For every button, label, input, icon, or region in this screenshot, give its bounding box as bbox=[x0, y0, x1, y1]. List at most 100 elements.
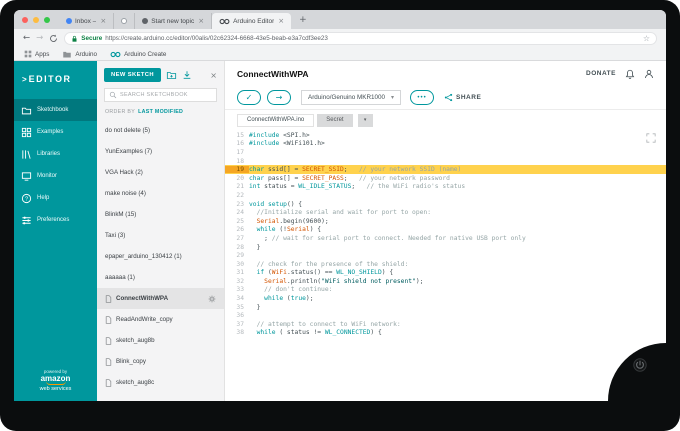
code-line[interactable]: 32 Serial.println("WiFi shield not prese… bbox=[225, 277, 666, 286]
code-line[interactable]: 15 #include <SPI.h> bbox=[225, 131, 666, 140]
new-sketch-button[interactable]: NEW SKETCH bbox=[104, 68, 161, 82]
sketch-list-item[interactable]: sketch_aug8c bbox=[97, 372, 224, 393]
file-tab-dropdown[interactable]: ▾ bbox=[357, 113, 373, 127]
code-lines: 15 #include <SPI.h> 16 #include <WiFi101.h>… bbox=[225, 131, 666, 337]
search-input[interactable] bbox=[120, 92, 212, 98]
sketch-name: YunExamples (7) bbox=[105, 148, 153, 155]
code-line[interactable]: 20 char pass[] = SECRET_PASS; // your net… bbox=[225, 174, 666, 183]
browser-tab[interactable] bbox=[114, 13, 136, 29]
code-line[interactable]: 29 bbox=[225, 251, 666, 260]
sketch-name: Taxi (3) bbox=[105, 232, 126, 239]
new-tab-button[interactable]: + bbox=[291, 15, 315, 25]
logo-text: EDITOR bbox=[28, 74, 72, 84]
sketch-list-item[interactable]: ConnectWithWPA bbox=[97, 288, 224, 309]
bookmark-star-icon[interactable]: ☆ bbox=[643, 34, 650, 43]
close-window-button[interactable] bbox=[22, 16, 28, 23]
code-line[interactable]: 26 while (!Serial) { bbox=[225, 226, 666, 235]
upload-button[interactable]: → bbox=[267, 90, 291, 105]
code-text: int status = WL_IDLE_STATUS; // the WiFi… bbox=[249, 183, 466, 191]
new-folder-icon[interactable] bbox=[166, 70, 177, 80]
sketch-list-item[interactable]: do not delete (5) bbox=[97, 120, 224, 141]
code-line[interactable]: 34 while (true); bbox=[225, 294, 666, 303]
code-line[interactable]: 24 //Initialize serial and wait for port… bbox=[225, 208, 666, 217]
close-tab-icon[interactable]: × bbox=[198, 17, 204, 25]
bookmark-item[interactable]: Arduino Create bbox=[110, 51, 166, 58]
sketch-list-item[interactable]: make noise (4) bbox=[97, 183, 224, 204]
forward-button[interactable]: → bbox=[36, 34, 43, 43]
code-line[interactable]: 17 bbox=[225, 148, 666, 157]
code-line[interactable]: 21 int status = WL_IDLE_STATUS; // the Wi… bbox=[225, 183, 666, 192]
code-line[interactable]: 33 // don't continue: bbox=[225, 286, 666, 295]
bookmark-item[interactable]: Apps bbox=[24, 50, 49, 58]
sketch-list-item[interactable]: VGA Hack (2) bbox=[97, 162, 224, 183]
order-by-row: ORDER BY LAST MODIFIED bbox=[97, 107, 224, 120]
import-sketch-icon[interactable] bbox=[182, 70, 192, 80]
zoom-window-button[interactable] bbox=[44, 16, 50, 23]
address-bar[interactable]: Secure https://create.arduino.cc/editor/… bbox=[64, 32, 657, 45]
code-line[interactable]: 27 ; // wait for serial port to connect.… bbox=[225, 234, 666, 243]
more-options-button[interactable]: ••• bbox=[410, 90, 435, 105]
code-text: //Initialize serial and wait for port to… bbox=[256, 209, 431, 217]
close-tab-icon[interactable]: × bbox=[100, 17, 106, 25]
sidebar-item-monitor[interactable]: Monitor bbox=[14, 165, 97, 187]
sketchbook-icon bbox=[21, 105, 32, 116]
bookmark-label: Arduino bbox=[75, 50, 98, 58]
fullscreen-icon[interactable] bbox=[646, 133, 656, 143]
sketch-list-item[interactable]: YunExamples (7) bbox=[97, 141, 224, 162]
verify-button[interactable]: ✓ bbox=[237, 90, 261, 105]
file-tab[interactable]: ConnectWithWPA.ino bbox=[237, 113, 315, 127]
gear-icon[interactable] bbox=[208, 295, 216, 303]
tab-title: Inbox – bbox=[75, 17, 97, 25]
user-icon[interactable] bbox=[644, 69, 654, 79]
code-line[interactable]: 31 if (WiFi.status() == WL_NO_SHIELD) { bbox=[225, 269, 666, 278]
bell-icon[interactable] bbox=[625, 69, 635, 79]
sketch-list-item[interactable]: aaaaaa (1) bbox=[97, 267, 224, 288]
file-tab[interactable]: Secret bbox=[317, 113, 353, 127]
code-line[interactable]: 37 // attempt to connect to WiFi network… bbox=[225, 320, 666, 329]
code-line[interactable]: 18 bbox=[225, 157, 666, 166]
sketch-list-item[interactable]: epaper_arduino_130412 (1) bbox=[97, 246, 224, 267]
code-line[interactable]: 19 char ssid[] = SECRET_SSID; // your net… bbox=[225, 165, 666, 174]
sketch-list-item[interactable]: sketch_aug8b bbox=[97, 330, 224, 351]
code-line[interactable]: 30 // check for the presence of the shie… bbox=[225, 260, 666, 269]
close-tab-icon[interactable]: × bbox=[278, 17, 284, 25]
bookmark-item[interactable]: Arduino bbox=[62, 50, 97, 59]
browser-tab[interactable]: Start new topic × bbox=[135, 13, 213, 29]
donate-link[interactable]: DONATE bbox=[586, 70, 616, 77]
code-text: Serial.begin(9600); bbox=[256, 217, 329, 225]
sketch-list-item[interactable]: Taxi (3) bbox=[97, 225, 224, 246]
browser-tab[interactable]: Inbox – × bbox=[59, 13, 115, 29]
sidebar-item-help[interactable]: ? Help bbox=[14, 187, 97, 209]
line-number: 35 bbox=[236, 303, 244, 311]
code-line[interactable]: 25 Serial.begin(9600); bbox=[225, 217, 666, 226]
refresh-icon[interactable] bbox=[49, 34, 58, 43]
tab-title: Arduino Editor bbox=[233, 17, 275, 25]
sidebar-item-libraries[interactable]: Libraries bbox=[14, 143, 97, 165]
share-button[interactable]: SHARE bbox=[444, 93, 481, 102]
sketch-list-item[interactable]: ReadAndWrite_copy bbox=[97, 309, 224, 330]
browser-tab[interactable]: Arduino Editor × bbox=[212, 13, 292, 29]
sidebar-item-examples[interactable]: Examples bbox=[14, 121, 97, 143]
svg-text:?: ? bbox=[25, 196, 28, 202]
arduino-infinity-icon bbox=[110, 51, 121, 58]
code-editor[interactable]: 15 #include <SPI.h> 16 #include <WiFi101.h>… bbox=[225, 127, 666, 401]
sketch-title: ConnectWithWPA bbox=[237, 68, 309, 79]
code-line[interactable]: 35 } bbox=[225, 303, 666, 312]
line-number: 26 bbox=[236, 226, 244, 234]
code-line[interactable]: 22 bbox=[225, 191, 666, 200]
sidebar-item-preferences[interactable]: Preferences bbox=[14, 209, 97, 231]
board-selector[interactable]: Arduino/Genuino MKR1000 ▾ bbox=[301, 90, 402, 105]
close-panel-icon[interactable]: × bbox=[210, 71, 217, 80]
code-line[interactable]: 23 void setup() { bbox=[225, 200, 666, 209]
code-line[interactable]: 28 } bbox=[225, 243, 666, 252]
minimize-window-button[interactable] bbox=[33, 16, 39, 23]
sidebar-item-sketchbook[interactable]: Sketchbook bbox=[14, 99, 97, 121]
code-line[interactable]: 16 #include <WiFi101.h> bbox=[225, 140, 666, 149]
code-line[interactable]: 36 bbox=[225, 311, 666, 320]
code-line[interactable]: 38 while ( status != WL_CONNECTED) { bbox=[225, 329, 666, 338]
sketch-list-item[interactable]: Blink_copy bbox=[97, 351, 224, 372]
back-button[interactable]: ← bbox=[23, 34, 30, 43]
sketch-list-item[interactable]: BlinkM (15) bbox=[97, 204, 224, 225]
file-tabs: ConnectWithWPA.ino Secret ▾ bbox=[225, 110, 666, 127]
order-by-select[interactable]: LAST MODIFIED bbox=[138, 109, 183, 115]
